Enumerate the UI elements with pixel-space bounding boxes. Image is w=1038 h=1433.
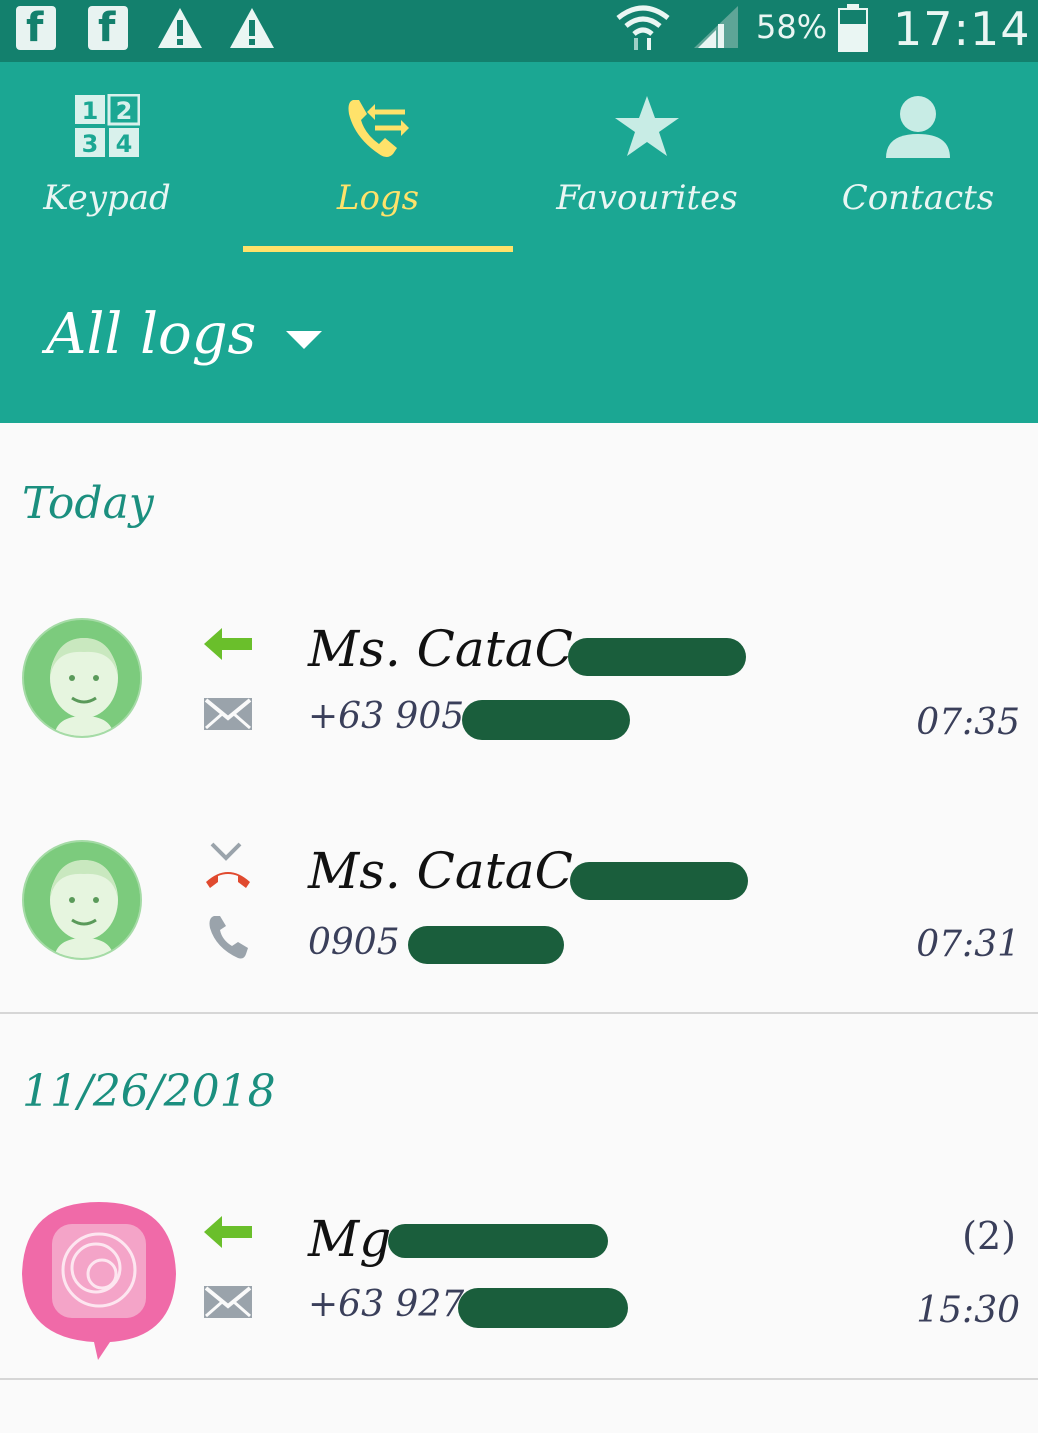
outgoing-call-icon	[202, 1212, 254, 1252]
redaction-mark	[408, 926, 564, 964]
wifi-icon	[614, 2, 672, 50]
call-log-row[interactable]: Ms. CataC 0905 07:31	[0, 800, 1038, 1000]
section-divider	[0, 1378, 1038, 1380]
contact-name: Mg	[308, 1210, 392, 1268]
outgoing-call-icon	[202, 624, 254, 664]
tab-label: Keypad	[43, 178, 171, 218]
tab-contacts[interactable]: Contacts	[788, 62, 1038, 252]
redaction-mark	[462, 700, 630, 740]
tab-label: Logs	[336, 178, 420, 218]
person-icon	[884, 94, 952, 164]
message-icon[interactable]	[202, 694, 254, 734]
active-tab-indicator	[243, 246, 513, 252]
filter-label: All logs	[46, 302, 257, 367]
redaction-mark	[568, 638, 746, 676]
tab-favourites[interactable]: Favourites	[517, 62, 777, 252]
battery-icon	[836, 4, 870, 52]
call-time: 07:35	[916, 702, 1020, 743]
call-time: 15:30	[916, 1290, 1020, 1331]
app-header: 1 2 3 4 Keypad Logs Favourites Contacts	[0, 62, 1038, 423]
phone-number: +63 927	[308, 1284, 465, 1325]
contact-name: Ms. CataC	[308, 842, 573, 900]
svg-text:3: 3	[82, 130, 99, 158]
section-divider	[0, 1012, 1038, 1014]
svg-text:1: 1	[82, 97, 99, 125]
warning-icon	[228, 6, 276, 50]
call-log-row[interactable]: Mg (2) +63 927 15:30	[0, 1180, 1038, 1380]
tab-logs[interactable]: Logs	[248, 62, 508, 252]
keypad-icon: 1 2 3 4	[74, 93, 141, 162]
redaction-mark	[458, 1288, 628, 1328]
phone-icon[interactable]	[202, 912, 254, 960]
signal-icon	[690, 4, 742, 48]
tab-keypad[interactable]: 1 2 3 4 Keypad	[0, 62, 237, 252]
avatar[interactable]	[18, 1198, 180, 1362]
section-header-today: Today	[22, 478, 154, 529]
phone-number: 0905	[308, 922, 400, 963]
star-icon	[613, 94, 681, 164]
call-time: 07:31	[916, 924, 1020, 965]
avatar[interactable]	[22, 618, 142, 738]
call-logs-icon	[345, 92, 411, 166]
contact-name: Ms. CataC	[308, 620, 573, 678]
avatar[interactable]	[22, 840, 142, 960]
warning-icon	[156, 6, 204, 50]
facebook-icon: f	[16, 6, 56, 50]
message-icon[interactable]	[202, 1282, 254, 1322]
phone-number: +63 905	[308, 696, 465, 737]
clock: 17:14	[893, 2, 1031, 56]
section-header-date: 11/26/2018	[22, 1066, 276, 1117]
call-count: (2)	[962, 1214, 1016, 1258]
tab-label: Favourites	[556, 178, 738, 218]
status-bar: f f 58% 17:14	[0, 0, 1038, 62]
svg-text:2: 2	[116, 97, 133, 125]
tab-label: Contacts	[841, 178, 995, 218]
svg-text:4: 4	[116, 130, 133, 158]
call-log-row[interactable]: Ms. CataC +63 905 07:35	[0, 580, 1038, 780]
facebook-icon: f	[88, 6, 128, 50]
battery-percent: 58%	[756, 8, 828, 46]
missed-call-icon	[202, 840, 254, 892]
redaction-mark	[388, 1224, 608, 1258]
dropdown-caret-icon	[286, 330, 323, 349]
log-filter-dropdown[interactable]: All logs	[46, 302, 323, 367]
redaction-mark	[570, 862, 748, 900]
